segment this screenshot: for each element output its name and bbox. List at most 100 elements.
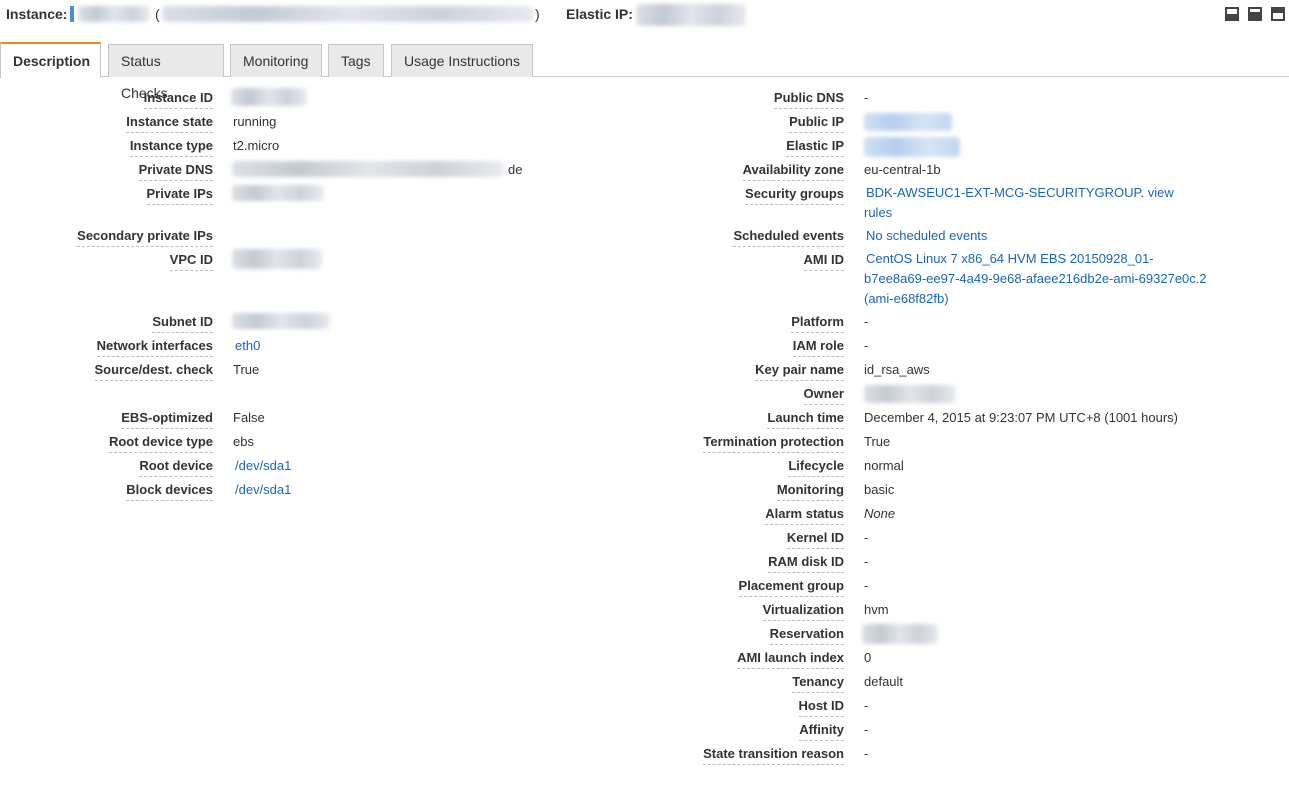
label-private-dns: Private DNS: [138, 163, 213, 181]
state-transition-reason-value: -: [864, 746, 869, 761]
ami-id-value: CentOS Linux 7 x86_64 HVM EBS 20150928_0…: [864, 249, 1224, 309]
affinity-value: -: [864, 722, 869, 737]
root-device-link[interactable]: /dev/sda1: [235, 458, 291, 474]
label-ram-disk-id: RAM disk ID: [768, 555, 844, 573]
elastic-ip-redacted: [636, 4, 746, 26]
row-ram-disk-id: RAM disk ID -: [640, 551, 1289, 575]
label-launch-time: Launch time: [767, 411, 844, 429]
label-state-transition-reason: State transition reason: [703, 747, 844, 765]
virtualization-value: hvm: [864, 602, 889, 617]
label-owner: Owner: [803, 387, 844, 405]
row-key-pair-name: Key pair name id_rsa_aws: [640, 359, 1289, 383]
row-ebs-optimized: EBS-optimized False: [0, 407, 640, 431]
row-ami-launch-index: AMI launch index 0: [640, 647, 1289, 671]
security-group-link[interactable]: BDK-AWSEUC1-EXT-MCG-SECURITYGROUP: [864, 185, 1140, 200]
row-root-device: Root device /dev/sda1: [0, 455, 640, 479]
label-ami-launch-index: AMI launch index: [737, 651, 844, 669]
root-device-type-value: ebs: [233, 434, 254, 449]
label-public-ip: Public IP: [789, 115, 844, 133]
row-ami-id: AMI ID CentOS Linux 7 x86_64 HVM EBS 201…: [640, 249, 1289, 311]
row-public-ip: Public IP: [640, 111, 1289, 135]
tab-usage-instructions[interactable]: Usage Instructions: [391, 44, 533, 77]
layout-split-icon[interactable]: [1248, 7, 1262, 21]
tenancy-value: default: [864, 674, 904, 689]
label-monitoring: Monitoring: [776, 483, 844, 501]
row-instance-type: Instance type t2.micro: [0, 135, 640, 159]
instance-header: Instance: ( ) Elastic IP:: [0, 0, 1289, 30]
label-vpc-id: VPC ID: [169, 253, 213, 271]
tab-status-checks[interactable]: Status Checks: [108, 44, 224, 101]
ami-id-line-3[interactable]: (ami-e68f82fb): [864, 289, 1224, 309]
paren-close: ): [535, 6, 540, 22]
label-tenancy: Tenancy: [792, 675, 844, 693]
label-platform: Platform: [791, 315, 844, 333]
label-private-ips: Private IPs: [146, 187, 213, 205]
label-lifecycle: Lifecycle: [788, 459, 844, 477]
layout-top-icon[interactable]: [1271, 7, 1285, 21]
label-iam-role: IAM role: [792, 339, 844, 357]
private-dns-suffix: de: [508, 162, 523, 177]
availability-zone-value: eu-central-1b: [864, 162, 941, 177]
launch-time-value: December 4, 2015 at 9:23:07 PM UTC+8 (10…: [864, 410, 1178, 425]
scheduled-events-link[interactable]: No scheduled events: [866, 228, 987, 244]
row-elastic-ip: Elastic IP: [640, 135, 1289, 159]
label-key-pair-name: Key pair name: [755, 363, 844, 381]
label-ebs-optimized: EBS-optimized: [121, 411, 213, 429]
elastic-ip-value-redacted: [864, 137, 960, 157]
label-host-id: Host ID: [798, 699, 844, 717]
host-id-value: -: [864, 698, 869, 713]
row-reservation: Reservation: [640, 623, 1289, 647]
row-lifecycle: Lifecycle normal: [640, 455, 1289, 479]
source-dest-check-value: True: [233, 362, 260, 377]
row-iam-role: IAM role -: [640, 335, 1289, 359]
block-devices-link[interactable]: /dev/sda1: [235, 482, 291, 498]
subnet-id-redacted: [232, 313, 330, 329]
row-virtualization: Virtualization hvm: [640, 599, 1289, 623]
private-ips-redacted: [232, 185, 324, 201]
paren-open: (: [155, 6, 160, 22]
label-source-dest-check: Source/dest. check: [94, 363, 213, 381]
label-ami-id: AMI ID: [803, 253, 844, 271]
placement-group-value: -: [864, 578, 869, 593]
iam-role-value: -: [864, 338, 869, 353]
layout-toggle-group: [1225, 7, 1285, 21]
alarm-status-value: None: [864, 506, 896, 521]
details-left-column: Instance ID Instance state running Insta…: [0, 87, 640, 503]
row-private-dns: Private DNS de: [0, 159, 640, 183]
label-instance-state: Instance state: [126, 115, 213, 133]
label-instance-type: Instance type: [129, 139, 213, 157]
instance-state-value: running: [233, 114, 277, 129]
row-termination-protection: Termination protection True: [640, 431, 1289, 455]
label-placement-group: Placement group: [738, 579, 844, 597]
row-affinity: Affinity -: [640, 719, 1289, 743]
termination-protection-value: True: [864, 434, 891, 449]
vpc-id-redacted: [232, 249, 322, 269]
layout-bottom-icon[interactable]: [1225, 7, 1239, 21]
instance-type-value: t2.micro: [233, 138, 280, 153]
label-instance-id: Instance ID: [143, 91, 213, 109]
details-right-column: Public DNS - Public IP Elastic IP Availa…: [640, 87, 1289, 767]
label-kernel-id: Kernel ID: [786, 531, 844, 549]
tab-description[interactable]: Description: [0, 42, 101, 78]
ami-id-line-1[interactable]: CentOS Linux 7 x86_64 HVM EBS 20150928_0…: [864, 249, 1224, 269]
ami-id-line-2[interactable]: b7ee8a69-ee97-4a49-9e68-afaee216db2e-ami…: [864, 269, 1224, 289]
public-ip-redacted: [864, 113, 952, 131]
reservation-redacted: [862, 624, 938, 644]
row-network-interfaces: Network interfaces eth0: [0, 335, 640, 359]
row-tenancy: Tenancy default: [640, 671, 1289, 695]
instance-id-redacted: [78, 6, 150, 22]
row-block-devices: Block devices /dev/sda1: [0, 479, 640, 503]
label-subnet-id: Subnet ID: [152, 315, 213, 333]
label-block-devices: Block devices: [126, 483, 213, 501]
tab-tags[interactable]: Tags: [328, 44, 384, 77]
row-instance-state: Instance state running: [0, 111, 640, 135]
label-secondary-private-ips: Secondary private IPs: [77, 229, 213, 247]
row-security-groups: Security groups BDK-AWSEUC1-EXT-MCG-SECU…: [640, 183, 1289, 225]
ami-launch-index-value: 0: [864, 650, 872, 665]
label-elastic-ip: Elastic IP: [786, 139, 844, 157]
row-availability-zone: Availability zone eu-central-1b: [640, 159, 1289, 183]
tab-monitoring[interactable]: Monitoring: [230, 44, 322, 77]
network-interface-link[interactable]: eth0: [235, 338, 260, 354]
row-vpc-id: VPC ID: [0, 249, 640, 311]
ebs-optimized-value: False: [233, 410, 265, 425]
